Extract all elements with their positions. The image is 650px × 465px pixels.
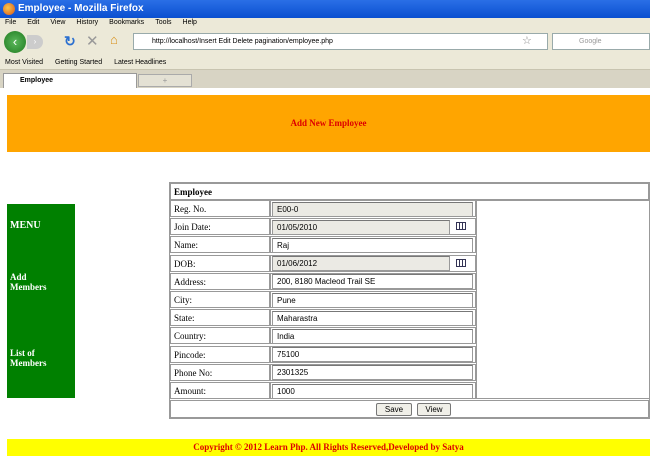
bookmark-star-icon[interactable]: ☆ [522, 34, 532, 47]
field-label: Pincode: [170, 345, 270, 363]
menu-bar: File Edit View History Bookmarks Tools Help [0, 18, 650, 28]
field-input[interactable]: Pune [272, 292, 473, 308]
bookmark-most-visited[interactable]: Most Visited [5, 55, 43, 69]
field-input[interactable]: 2301325 [272, 365, 473, 381]
save-button[interactable]: Save [376, 403, 412, 416]
reload-icon[interactable]: ↻ [64, 33, 76, 50]
menu-bookmarks[interactable]: Bookmarks [109, 18, 144, 28]
field-input[interactable]: 75100 [272, 347, 473, 363]
sidebar-link-add-members[interactable]: Add Members [10, 272, 60, 292]
form-title: Employee [170, 183, 649, 200]
menu-heading: MENU [10, 220, 41, 231]
tab-employee[interactable]: Employee [3, 73, 137, 88]
firefox-icon [3, 3, 15, 15]
sidebar-link-list-members[interactable]: List of Members [10, 348, 60, 368]
menu-file[interactable]: File [5, 18, 16, 28]
header-banner: Add New Employee [7, 95, 650, 152]
field-label: Phone No: [170, 363, 270, 381]
field-input[interactable]: India [272, 328, 473, 344]
menu-edit[interactable]: Edit [27, 18, 39, 28]
bookmark-getting-started[interactable]: Getting Started [55, 55, 102, 69]
bookmarks-bar: Most Visited Getting Started Latest Head… [0, 55, 650, 70]
menu-help[interactable]: Help [183, 18, 197, 28]
url-bar[interactable]: http://localhost/Insert Edit Delete pagi… [133, 33, 548, 50]
field-input[interactable]: Raj [272, 237, 473, 253]
forward-button[interactable]: › [27, 35, 43, 49]
field-label: Reg. No. [170, 200, 270, 217]
field-label: DOB: [170, 254, 270, 272]
menu-history[interactable]: History [76, 18, 98, 28]
footer: Copyright © 2012 Learn Php. All Rights R… [7, 439, 650, 456]
back-button[interactable]: ‹ [4, 31, 26, 53]
menu-view[interactable]: View [50, 18, 65, 28]
sidebar: MENU Add Members List of Members [7, 204, 75, 398]
view-button[interactable]: View [417, 403, 451, 416]
field-label: Join Date: [170, 218, 270, 236]
field-label: State: [170, 309, 270, 327]
stop-icon[interactable]: ✕ [86, 32, 99, 50]
search-input[interactable]: Google [552, 33, 650, 50]
field-label: Country: [170, 327, 270, 345]
bookmark-latest-headlines[interactable]: Latest Headlines [114, 55, 166, 69]
field-input[interactable]: 1000 [272, 383, 473, 399]
window-title: Employee - Mozilla Firefox [0, 0, 650, 18]
field-label: Address: [170, 272, 270, 290]
field-input[interactable]: E00-0 [272, 201, 473, 217]
calendar-icon[interactable] [456, 258, 466, 267]
field-label: Name: [170, 236, 270, 254]
menu-tools[interactable]: Tools [155, 18, 171, 28]
new-tab-button[interactable]: + [138, 74, 192, 87]
field-input[interactable]: 200, 8180 Macleod Trail SE [272, 274, 473, 290]
field-input[interactable]: 01/05/2010 [272, 219, 450, 235]
home-icon[interactable]: ⌂ [110, 32, 118, 47]
field-input[interactable]: Maharastra [272, 310, 473, 326]
field-label: City: [170, 291, 270, 308]
field-label: Amount: [170, 382, 270, 399]
calendar-icon[interactable] [456, 222, 466, 231]
empty-cell [476, 200, 650, 399]
field-input[interactable]: 01/06/2012 [272, 256, 450, 272]
